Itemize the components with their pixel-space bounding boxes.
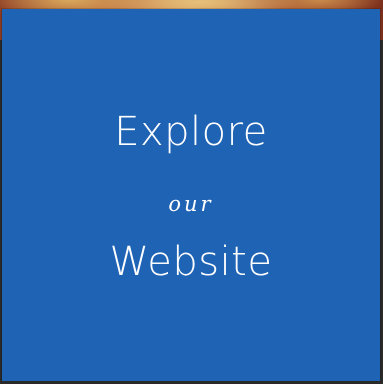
explore-website-link[interactable]: Explore our Website	[2, 9, 380, 381]
cta-line-website: Website	[109, 239, 273, 285]
cta-line-our: our	[168, 192, 214, 216]
cta-line-explore: Explore	[114, 109, 268, 155]
explore-website-banner: Explore our Website	[0, 0, 383, 384]
